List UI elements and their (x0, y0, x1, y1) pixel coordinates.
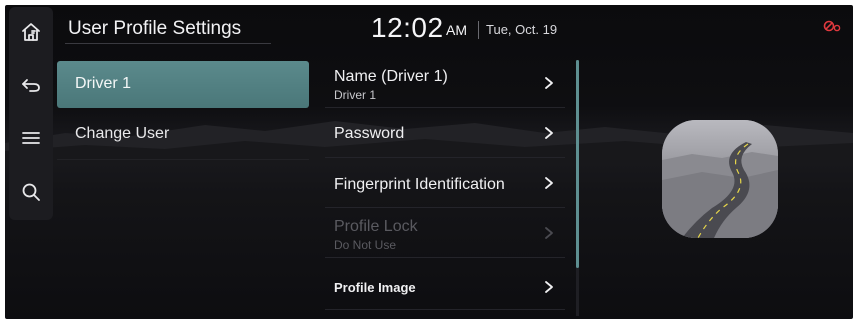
setting-profile-lock: Profile Lock Do Not Use (325, 209, 565, 258)
setting-profile-lock-value: Do Not Use (334, 238, 397, 252)
title-divider (65, 43, 271, 44)
scrollbar-thumb[interactable] (576, 60, 579, 268)
menu-icon (22, 132, 40, 144)
setting-name[interactable]: Name (Driver 1) Driver 1 (325, 59, 565, 108)
setting-profile-image[interactable]: Profile Image (325, 261, 565, 310)
clock-ampm: AM (446, 22, 467, 38)
chevron-right-icon (543, 280, 555, 299)
setting-profile-lock-label: Profile Lock (334, 218, 418, 235)
chevron-right-icon (543, 226, 555, 245)
setting-password[interactable]: Password (325, 109, 565, 158)
setting-fingerprint[interactable]: Fingerprint Identification (325, 159, 565, 208)
search-icon (22, 183, 40, 201)
setting-password-label: Password (334, 125, 405, 142)
search-button[interactable] (9, 170, 53, 214)
back-button[interactable] (9, 63, 53, 107)
change-user-label: Change User (75, 125, 170, 142)
setting-profile-image-label: Profile Image (334, 280, 416, 295)
back-icon (22, 79, 40, 92)
setting-name-value: Driver 1 (334, 88, 377, 102)
setting-fingerprint-label: Fingerprint Identification (334, 176, 505, 193)
chevron-right-icon (543, 176, 555, 195)
home-button[interactable] (9, 10, 53, 54)
chevron-right-icon (543, 126, 555, 145)
infotainment-screen: User Profile Settings 12:02 AM Tue, Oct.… (5, 5, 853, 319)
road-image (662, 120, 778, 238)
connectivity-off-icon (823, 20, 841, 32)
date-divider (478, 21, 479, 39)
setting-name-label: Name (Driver 1) (334, 68, 448, 85)
profile-image-preview (662, 120, 778, 238)
page-title: User Profile Settings (68, 18, 242, 39)
user-item-label: Driver 1 (75, 75, 132, 92)
clock-time: 12:02 (371, 12, 444, 43)
home-icon (22, 23, 40, 41)
user-item-driver-1[interactable]: Driver 1 (57, 61, 309, 108)
side-rail (9, 7, 53, 220)
menu-button[interactable] (9, 116, 53, 160)
chevron-right-icon (543, 76, 555, 95)
change-user-button[interactable]: Change User (57, 110, 309, 160)
clock-date: Tue, Oct. 19 (486, 22, 558, 37)
